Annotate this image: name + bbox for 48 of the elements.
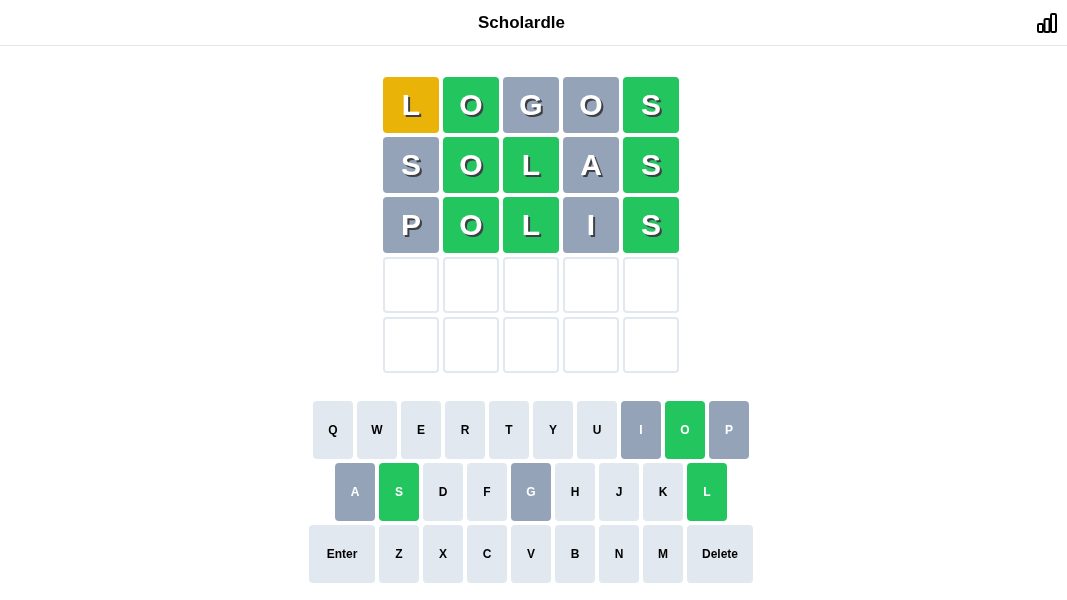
letter-key[interactable]: V: [511, 525, 551, 583]
letter-key[interactable]: Z: [379, 525, 419, 583]
letter-tile: O: [443, 137, 499, 193]
letter-key[interactable]: C: [467, 525, 507, 583]
letter-key[interactable]: B: [555, 525, 595, 583]
letter-key[interactable]: Q: [313, 401, 353, 459]
empty-tile: [623, 317, 679, 373]
empty-tile: [503, 317, 559, 373]
empty-tile: [383, 317, 439, 373]
letter-tile: S: [623, 77, 679, 133]
letter-key[interactable]: F: [467, 463, 507, 521]
letter-tile: L: [503, 137, 559, 193]
letter-key[interactable]: E: [401, 401, 441, 459]
letter-tile: L: [383, 77, 439, 133]
empty-tile: [443, 257, 499, 313]
action-key[interactable]: Delete: [687, 525, 753, 583]
letter-key[interactable]: M: [643, 525, 683, 583]
letter-key[interactable]: T: [489, 401, 529, 459]
letter-tile: I: [563, 197, 619, 253]
letter-key[interactable]: K: [643, 463, 683, 521]
empty-tile: [563, 317, 619, 373]
letter-key[interactable]: H: [555, 463, 595, 521]
empty-tile: [623, 257, 679, 313]
action-key[interactable]: Enter: [309, 525, 375, 583]
letter-key[interactable]: D: [423, 463, 463, 521]
letter-key[interactable]: N: [599, 525, 639, 583]
letter-tile: O: [443, 197, 499, 253]
letter-tile: G: [503, 77, 559, 133]
letter-tile: A: [563, 137, 619, 193]
empty-tile: [503, 257, 559, 313]
letter-key[interactable]: Y: [533, 401, 573, 459]
empty-tile: [383, 257, 439, 313]
letter-tile: L: [503, 197, 559, 253]
app-title: Scholardle: [478, 11, 566, 34]
empty-tile: [443, 317, 499, 373]
empty-tile: [563, 257, 619, 313]
letter-key[interactable]: J: [599, 463, 639, 521]
letter-tile: P: [383, 197, 439, 253]
letter-key[interactable]: W: [357, 401, 397, 459]
letter-tile: O: [563, 77, 619, 133]
letter-key[interactable]: R: [445, 401, 485, 459]
letter-tile: S: [623, 197, 679, 253]
bar-chart-icon[interactable]: [1037, 12, 1057, 33]
letter-key[interactable]: X: [423, 525, 463, 583]
letter-tile: S: [383, 137, 439, 193]
letter-tile: O: [443, 77, 499, 133]
letter-key[interactable]: U: [577, 401, 617, 459]
letter-tile: S: [623, 137, 679, 193]
